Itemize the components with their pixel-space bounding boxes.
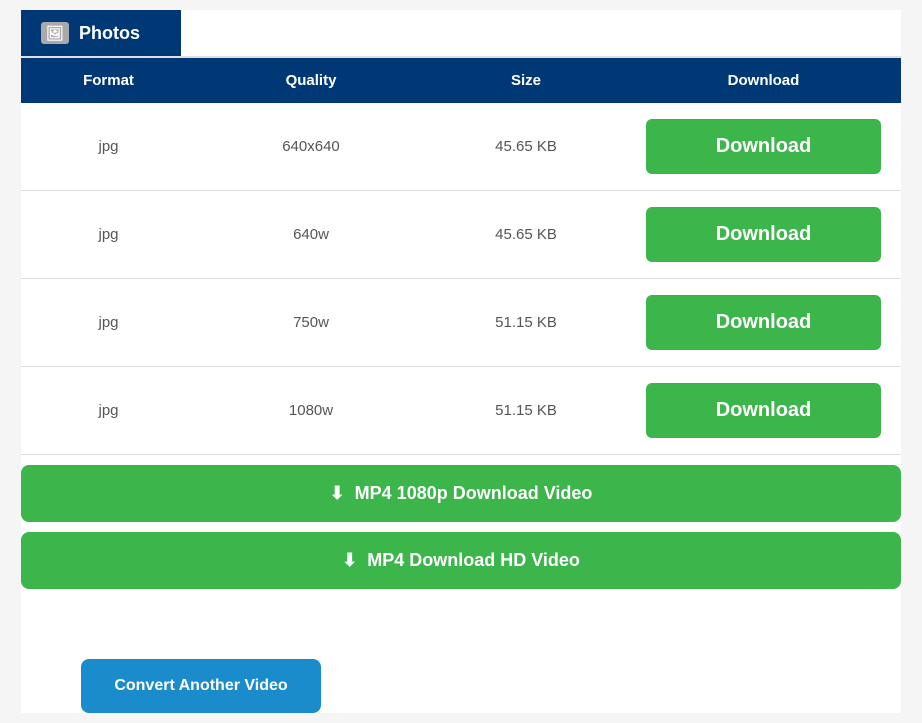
cell-download-0: Download	[626, 103, 901, 190]
convert-button-label: Convert Another Video	[114, 677, 287, 694]
cell-quality-0: 640x640	[196, 124, 426, 169]
download-icon-1: ⬇	[330, 483, 345, 504]
mp4-1080p-download-button[interactable]: ⬇ MP4 1080p Download Video	[21, 465, 901, 522]
header-size: Size	[426, 58, 626, 103]
table-row: jpg 640x640 45.65 KB Download	[21, 103, 901, 191]
download-button-0[interactable]: Download	[646, 119, 881, 174]
cell-download-2: Download	[626, 279, 901, 366]
cell-quality-1: 640w	[196, 212, 426, 257]
cell-size-3: 51.15 KB	[426, 388, 626, 433]
photos-icon: 🖼	[41, 22, 69, 44]
tab-label: Photos	[79, 23, 140, 44]
cell-format-1: jpg	[21, 212, 196, 257]
cell-format-2: jpg	[21, 300, 196, 345]
convert-area: Convert Another Video	[21, 609, 901, 713]
main-container: 🖼 Photos Format Quality Size Download jp…	[21, 10, 901, 713]
download-button-2[interactable]: Download	[646, 295, 881, 350]
header-download: Download	[626, 58, 901, 103]
cell-format-0: jpg	[21, 124, 196, 169]
table-row: jpg 1080w 51.15 KB Download	[21, 367, 901, 455]
photos-tab[interactable]: 🖼 Photos	[21, 10, 181, 56]
download-icon-2: ⬇	[342, 550, 357, 571]
download-button-3[interactable]: Download	[646, 383, 881, 438]
mp4-hd-label: MP4 Download HD Video	[367, 550, 580, 571]
convert-another-video-button[interactable]: Convert Another Video	[81, 659, 321, 713]
table-header: Format Quality Size Download	[21, 56, 901, 103]
header-quality: Quality	[196, 58, 426, 103]
cell-format-3: jpg	[21, 388, 196, 433]
cell-quality-3: 1080w	[196, 388, 426, 433]
mp4-hd-download-button[interactable]: ⬇ MP4 Download HD Video	[21, 532, 901, 589]
table-body: jpg 640x640 45.65 KB Download jpg 640w 4…	[21, 103, 901, 455]
table-row: jpg 750w 51.15 KB Download	[21, 279, 901, 367]
cell-quality-2: 750w	[196, 300, 426, 345]
cell-size-1: 45.65 KB	[426, 212, 626, 257]
big-buttons-area: ⬇ MP4 1080p Download Video ⬇ MP4 Downloa…	[21, 455, 901, 609]
header-format: Format	[21, 58, 196, 103]
cell-download-1: Download	[626, 191, 901, 278]
download-button-1[interactable]: Download	[646, 207, 881, 262]
table-row: jpg 640w 45.65 KB Download	[21, 191, 901, 279]
cell-download-3: Download	[626, 367, 901, 454]
mp4-1080p-label: MP4 1080p Download Video	[355, 483, 593, 504]
cell-size-0: 45.65 KB	[426, 124, 626, 169]
cell-size-2: 51.15 KB	[426, 300, 626, 345]
